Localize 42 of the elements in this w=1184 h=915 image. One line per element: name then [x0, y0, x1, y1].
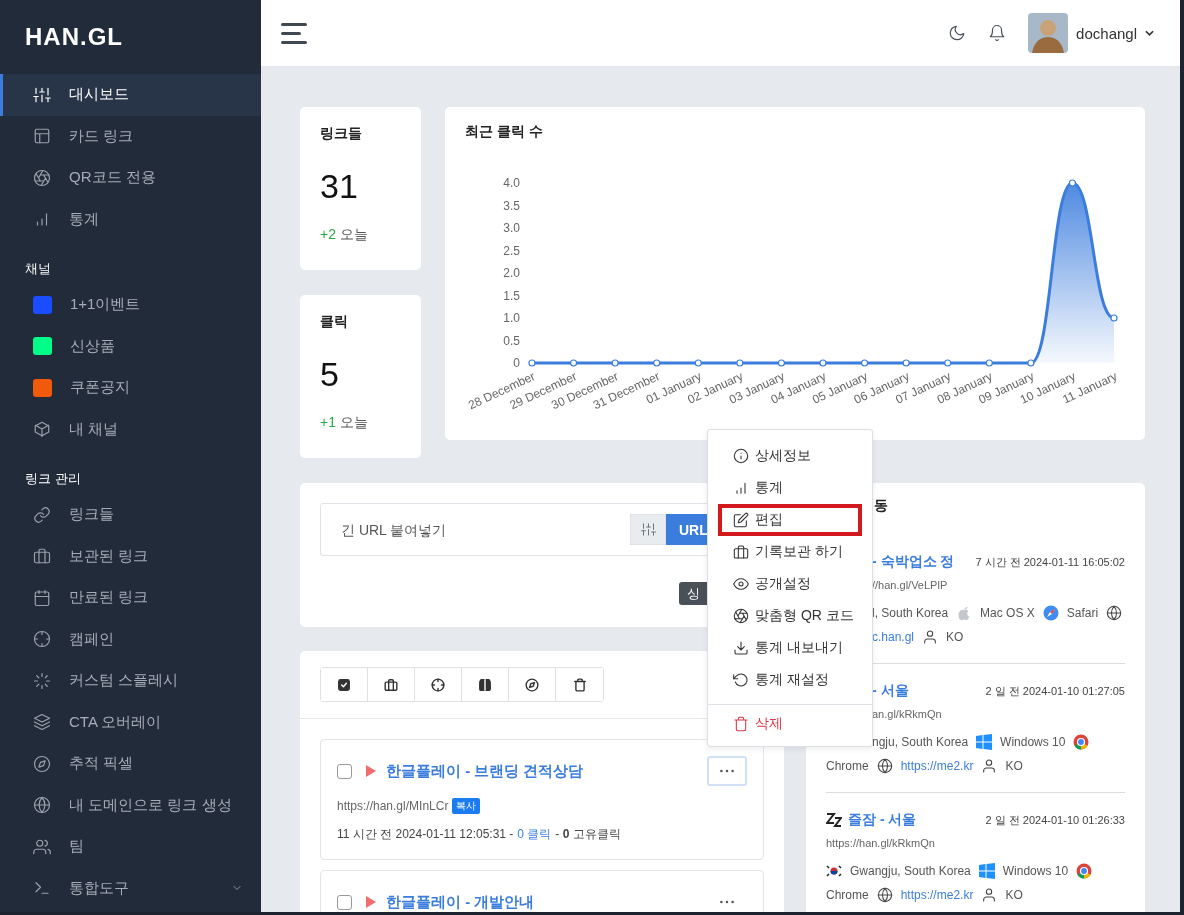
os-name: Windows 10 [1000, 735, 1066, 749]
card-title: 동 [874, 497, 888, 513]
y-tick-label: 0 [513, 356, 520, 370]
chart-title: 최근 클릭 수 [465, 123, 543, 141]
activity-time: 2 일 전 2024-01-10 01:27:05 [985, 683, 1125, 699]
y-tick-label: 0.5 [503, 333, 520, 348]
stat-delta-label: 오늘 [339, 226, 368, 242]
activity-time: 7 시간 전 2024-01-11 16:05:02 [975, 554, 1125, 570]
created-time: 11 시간 전 2024-01-11 12:05:31 - [337, 826, 514, 843]
stat-label: 클릭 [320, 313, 348, 331]
section-title: 채널 [24, 260, 52, 278]
activity-time: 2 일 전 2024-01-10 01:26:33 [985, 812, 1125, 828]
location: ngju, South Korea [872, 735, 969, 749]
stat-delta: +2 [320, 226, 336, 242]
activity-url: //han.gl/VeLPlP [871, 579, 949, 591]
location: Gwangju, South Korea [850, 864, 971, 878]
browser-name: Safari [1066, 606, 1099, 620]
y-tick-label: 3.0 [503, 221, 520, 235]
y-tick-label: 2.0 [503, 266, 520, 280]
y-tick-label: 1.0 [503, 311, 520, 325]
location: l, South Korea [872, 606, 949, 620]
y-tick-label: 4.0 [503, 176, 520, 190]
stat-delta-label: 오늘 [339, 414, 368, 430]
y-tick-label: 1.5 [503, 288, 520, 303]
activity-url: an.gl/kRkmQn [871, 708, 943, 720]
y-tick-label: 2.5 [503, 243, 520, 258]
section-title: 링크 관리 [24, 470, 82, 488]
stat-value: 5 [320, 355, 339, 394]
short-url: https://han.gl/MInLCr [337, 799, 449, 813]
language: KO [1005, 888, 1023, 902]
unique-clicks: - 0 고유클릭 [555, 826, 621, 843]
language: KO [946, 630, 964, 644]
stat-value: 31 [320, 167, 358, 206]
language: KO [1005, 759, 1023, 773]
os-name: Windows 10 [1002, 864, 1069, 878]
browser-name: Chrome [826, 759, 869, 773]
y-tick-label: 3.5 [503, 198, 520, 213]
os-name: Mac OS X [980, 606, 1035, 620]
activity-url: https://han.gl/kRkmQn [826, 837, 936, 849]
stat-delta: +1 [320, 414, 336, 430]
browser-name: Chrome [826, 888, 869, 902]
stat-label: 링크들 [320, 125, 362, 143]
